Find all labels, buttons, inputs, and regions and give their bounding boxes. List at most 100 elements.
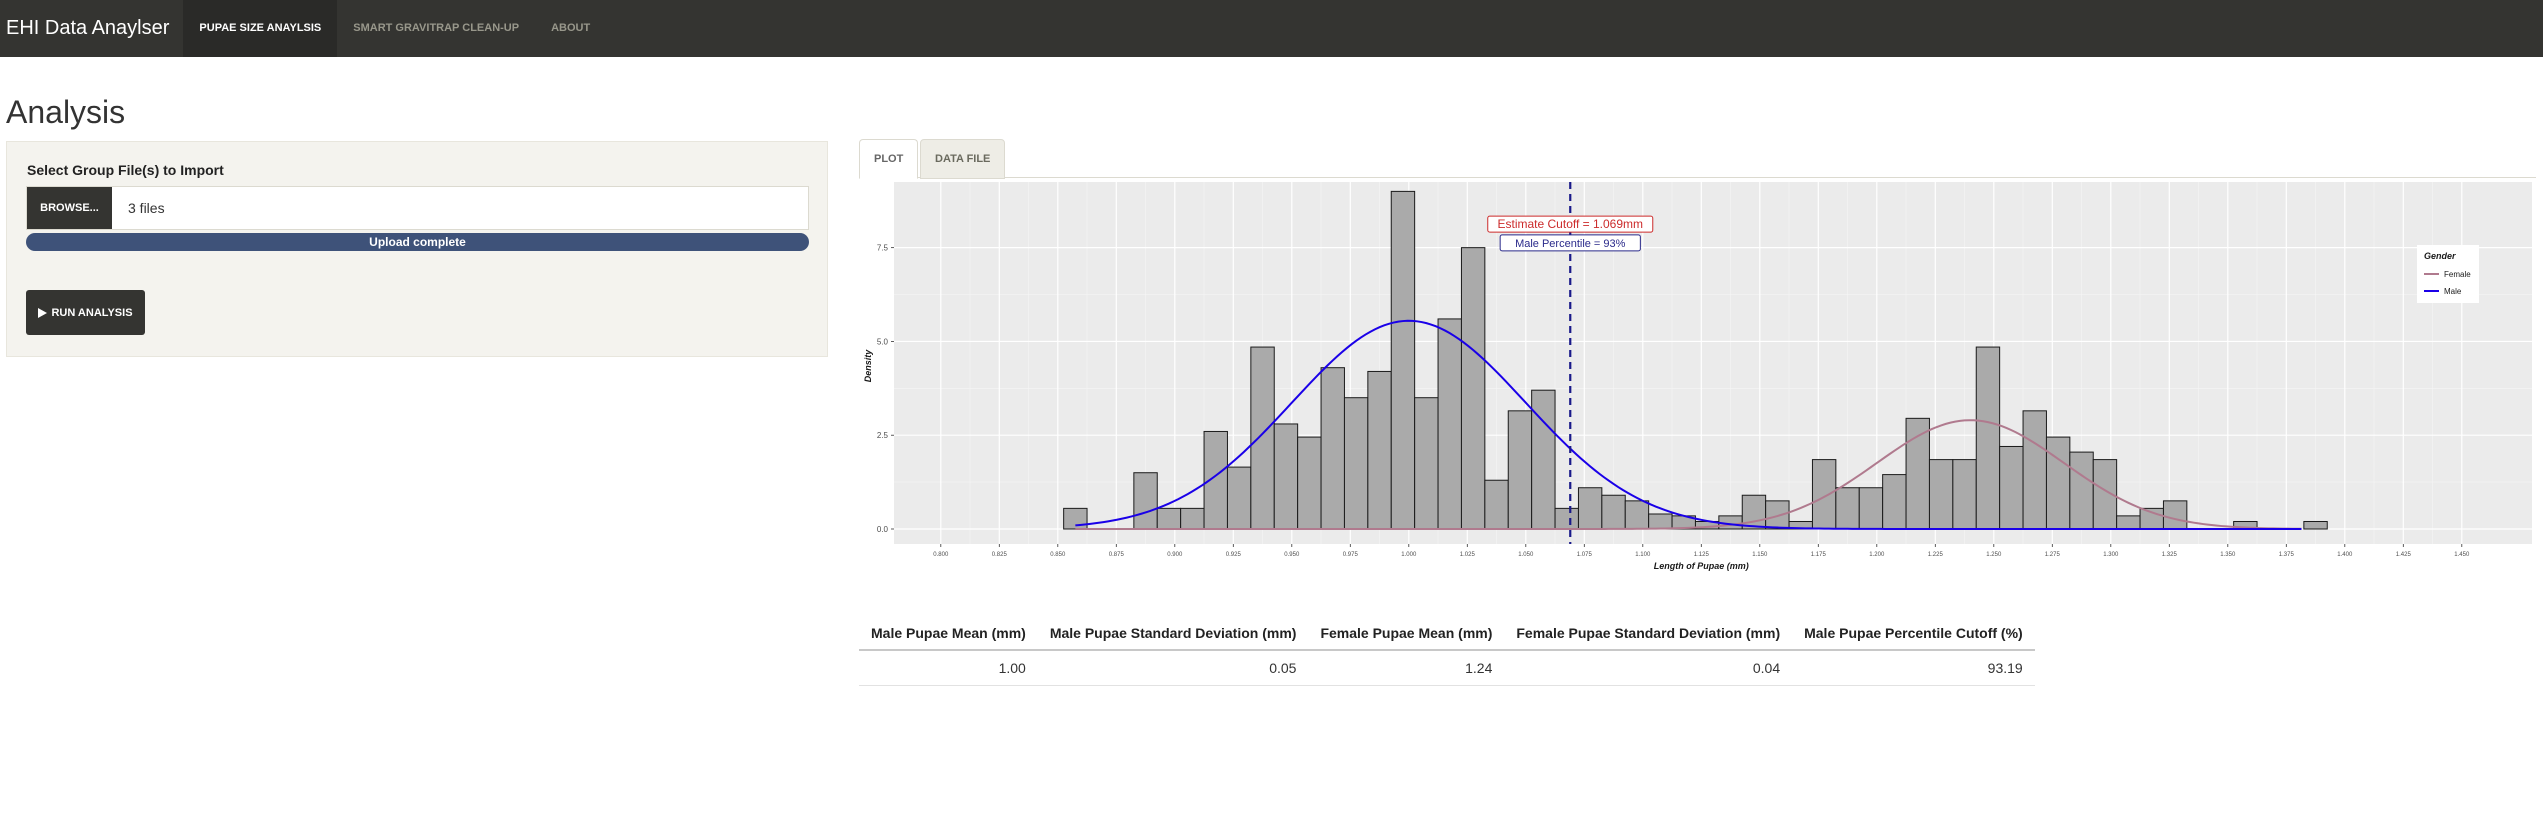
x-tick-label: 1.025 [1460,552,1476,558]
x-tick-label: 1.000 [1401,552,1417,558]
y-tick-label: 5.0 [877,337,889,346]
histogram-bar [1414,397,1439,530]
stats-header-row: Male Pupae Mean (mm) Male Pupae Standard… [859,618,2035,651]
histogram-bar [1741,494,1767,530]
x-tick-label: 1.050 [1518,552,1534,558]
histogram-bar [1648,513,1673,530]
x-tick-label: 0.975 [1343,552,1359,558]
histogram-bar [2162,500,2188,530]
stats-table: Male Pupae Mean (mm) Male Pupae Standard… [859,618,2035,686]
file-name-field[interactable]: 3 files [112,187,808,229]
x-tick-label: 1.200 [1869,552,1885,558]
histogram-bar [1320,367,1345,530]
header-male-sd: Male Pupae Standard Deviation (mm) [1037,618,1309,651]
header-female-mean: Female Pupae Mean (mm) [1308,618,1505,651]
histogram-bar [1156,507,1182,530]
cell-male-percentile: 93.19 [1792,650,2035,686]
histogram-bar [2022,410,2047,530]
x-tick-label: 0.950 [1284,552,1300,558]
histogram-bar [1390,190,1416,530]
x-tick-label: 1.125 [1694,552,1710,558]
x-tick-label: 0.825 [992,552,1008,558]
y-tick-label: 2.5 [877,431,889,440]
legend-title: Gender [2424,251,2456,261]
histogram-bar [1952,459,1977,530]
browse-button[interactable]: BROWSE... [27,187,112,229]
histogram-bar [1975,346,2001,530]
histogram-bar [2045,436,2071,530]
histogram-bar [1577,487,1603,530]
histogram-bar [1203,430,1228,530]
histogram-bar [1226,466,1252,530]
x-tick-label: 1.250 [1986,552,2002,558]
import-label: Select Group File(s) to Import [27,162,224,178]
histogram-bar [1601,494,1626,530]
histogram-bar [1437,318,1462,530]
x-tick-label: 1.225 [1928,552,1944,558]
y-axis-title: Density [863,349,873,383]
table-row: 1.00 0.05 1.24 0.04 93.19 [859,650,2035,686]
header-male-percentile: Male Pupae Percentile Cutoff (%) [1792,618,2035,651]
histogram-bar [1531,389,1556,530]
pupae-size-plot: Estimate Cutoff = 1.069mm Male Percentile… [863,182,2532,571]
x-tick-label: 1.150 [1752,552,1768,558]
histogram-bar [1882,474,1907,530]
annotation-label: Estimate Cutoff = 1.069mm [1498,217,1644,231]
nav-tab-smart-gravitrap-clean-up[interactable]: SMART GRAVITRAP CLEAN-UP [337,0,535,57]
histogram-bar [1484,479,1509,530]
x-tick-label: 1.075 [1577,552,1593,558]
histogram-bar [1624,500,1650,530]
legend-label-female: Female [2444,270,2471,279]
page-title: Analysis [6,94,126,130]
x-tick-label: 0.875 [1109,552,1125,558]
histogram-bar [1811,459,1837,530]
tab-data-file[interactable]: DATA FILE [920,139,1006,179]
x-tick-label: 0.900 [1167,552,1183,558]
histogram-bar [1928,459,1954,530]
histogram-bar [1180,507,1205,530]
x-tick-label: 1.425 [2396,552,2412,558]
upload-progress-text: Upload complete [369,235,466,249]
import-panel: Select Group File(s) to Import BROWSE...… [6,141,828,357]
cell-male-mean: 1.00 [859,650,1038,686]
x-tick-label: 1.100 [1635,552,1651,558]
x-tick-label: 1.175 [1811,552,1827,558]
x-tick-label: 1.450 [2454,552,2470,558]
play-icon [38,307,48,318]
x-tick-label: 1.350 [2220,552,2236,558]
header-female-sd: Female Pupae Standard Deviation (mm) [1504,618,1793,651]
annotation-label: Male Percentile = 93% [1515,238,1626,250]
histogram-bar [1858,487,1884,530]
histogram-bar [1133,472,1158,530]
x-tick-label: 0.850 [1050,552,1066,558]
y-tick-label: 7.5 [877,244,889,253]
histogram-bar [1835,487,1860,530]
x-tick-label: 1.325 [2162,552,2178,558]
histogram-bar [2116,515,2141,530]
y-tick-label: 0.0 [877,525,889,534]
histogram-bar [1063,507,1088,530]
histogram-bar [1297,436,1322,530]
nav-tab-about[interactable]: ABOUT [535,0,606,57]
histogram-bar [1507,410,1533,530]
histogram-bar [1460,247,1486,530]
nav-tab-pupae-size-analysis[interactable]: PUPAE SIZE ANAYLSIS [183,0,338,57]
x-tick-label: 1.375 [2279,552,2295,558]
x-axis-title: Length of Pupae (mm) [1654,561,1749,571]
cell-female-mean: 1.24 [1308,650,1505,686]
upload-progress-bar: Upload complete [26,233,809,251]
navbar: EHI Data Anaylser PUPAE SIZE ANAYLSIS SM… [0,0,2543,57]
run-analysis-button[interactable]: RUN ANALYSIS [26,290,145,335]
histogram-bar [1343,397,1369,530]
x-tick-label: 0.800 [933,552,949,558]
tab-plot[interactable]: PLOT [859,139,919,179]
histogram-bar [1273,423,1299,530]
x-tick-label: 1.300 [2103,552,2119,558]
histogram-bar [1999,445,2024,530]
result-tabs: PLOT DATA FILE [859,139,2536,179]
header-male-mean: Male Pupae Mean (mm) [859,618,1038,651]
cell-male-sd: 0.05 [1037,650,1309,686]
cell-female-sd: 0.04 [1504,650,1793,686]
app-brand[interactable]: EHI Data Anaylser [0,0,183,57]
histogram-bar [1367,370,1392,530]
